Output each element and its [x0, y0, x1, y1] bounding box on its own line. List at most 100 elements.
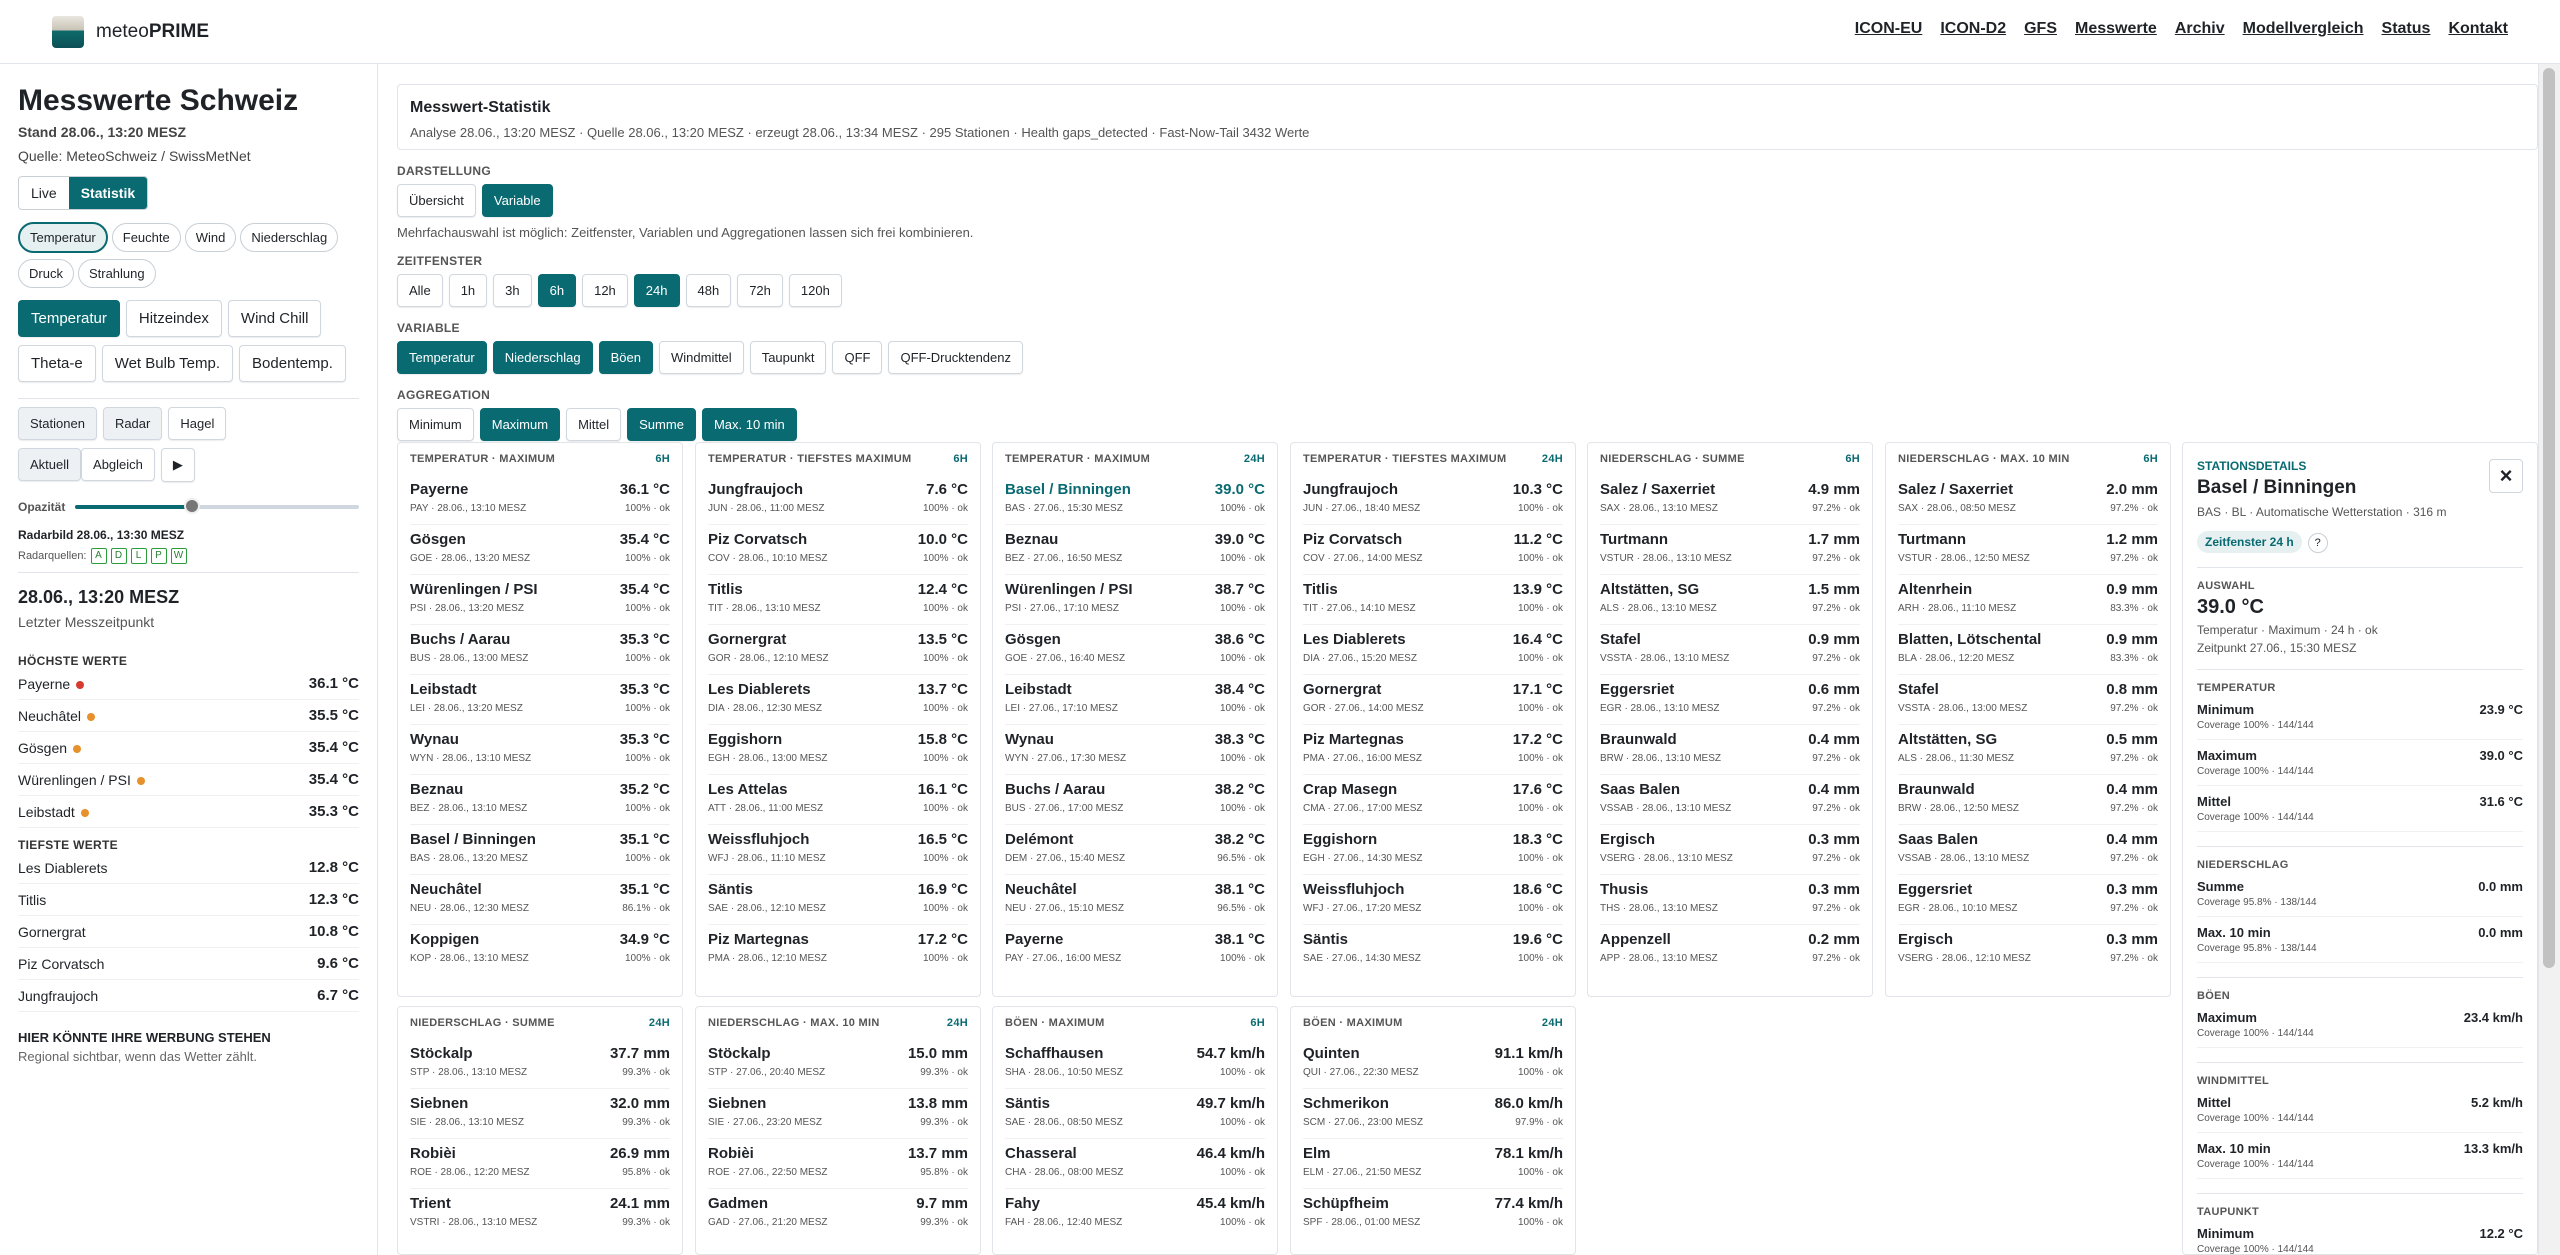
station-name[interactable]: Weissfluhjoch — [1303, 881, 1404, 898]
station-item[interactable]: Turtmann 1.2 mm VSTUR · 28.06., 12:50 MESZ… — [1898, 525, 2158, 575]
extreme-row[interactable]: Jungfraujoch 6.7 °C — [18, 980, 359, 1012]
station-name[interactable]: Les Diablerets — [708, 681, 811, 698]
station-name[interactable]: Titlis — [708, 581, 743, 598]
subparam-bodentemp[interactable]: Bodentemp. — [239, 345, 346, 382]
subparam-wind-chill[interactable]: Wind Chill — [227, 300, 322, 337]
station-item[interactable]: Schmerikon 86.0 km/h SCM · 27.06., 23:00 M… — [1303, 1089, 1563, 1139]
param-temperatur[interactable]: Temperatur — [18, 222, 108, 253]
station-item[interactable]: Schüpfheim 77.4 km/h SPF · 28.06., 01:00 M… — [1303, 1189, 1563, 1239]
station-item[interactable]: Jungfraujoch 7.6 °C JUN · 28.06., 11:00 ME… — [708, 475, 968, 525]
station-item[interactable]: Gadmen 9.7 mm GAD · 27.06., 21:20 MESZ 99.3… — [708, 1189, 968, 1239]
station-name[interactable]: Basel / Binningen — [1005, 481, 1131, 498]
station-item[interactable]: Payerne 36.1 °C PAY · 28.06., 13:10 MESZ 10… — [410, 475, 670, 525]
station-name[interactable]: Appenzell — [1600, 931, 1671, 948]
extreme-row[interactable]: Titlis 12.3 °C — [18, 884, 359, 916]
station-item[interactable]: Altenrhein 0.9 mm ARH · 28.06., 11:10 MESZ… — [1898, 575, 2158, 625]
layer-stationen[interactable]: Stationen — [18, 407, 97, 440]
param-niederschlag[interactable]: Niederschlag — [240, 223, 339, 252]
station-name[interactable]: Altstätten, SG — [1898, 731, 1997, 748]
nav-archiv[interactable]: Archiv — [2175, 20, 2225, 38]
station-item[interactable]: Säntis 19.6 °C SAE · 27.06., 14:30 MESZ 100… — [1303, 925, 1563, 975]
station-name[interactable]: Braunwald — [1600, 731, 1677, 748]
station-item[interactable]: Koppigen 34.9 °C KOP · 28.06., 13:10 MESZ 1… — [410, 925, 670, 975]
time-alle[interactable]: Alle — [397, 274, 443, 307]
station-name[interactable]: Stöckalp — [410, 1045, 473, 1062]
station-name[interactable]: Les Attelas — [708, 781, 787, 798]
station-item[interactable]: Gornergrat 13.5 °C GOR · 28.06., 12:10 MES… — [708, 625, 968, 675]
time-72h[interactable]: 72h — [737, 274, 783, 307]
logo[interactable]: meteoPRIME — [52, 15, 209, 48]
time-1h[interactable]: 1h — [448, 274, 488, 307]
view-variable[interactable]: Variable — [481, 184, 553, 217]
station-item[interactable]: Salez / Saxerriet 2.0 mm SAX · 28.06., 08:… — [1898, 475, 2158, 525]
station-item[interactable]: Weissfluhjoch 18.6 °C WFJ · 27.06., 17:20 … — [1303, 875, 1563, 925]
subparam-theta-e[interactable]: Theta-e — [18, 345, 96, 382]
time-24h[interactable]: 24h — [633, 274, 680, 307]
station-item[interactable]: Säntis 49.7 km/h SAE · 28.06., 08:50 MESZ 1… — [1005, 1089, 1265, 1139]
scrollbar-thumb[interactable] — [2543, 68, 2555, 968]
station-name[interactable]: Eggishorn — [708, 731, 782, 748]
var-temperatur[interactable]: Temperatur — [397, 341, 487, 374]
station-name[interactable]: Payerne — [1005, 931, 1063, 948]
var-qff[interactable]: QFF — [832, 341, 883, 374]
station-item[interactable]: Wynau 38.3 °C WYN · 27.06., 17:30 MESZ 100%… — [1005, 725, 1265, 775]
station-name[interactable]: Neuchâtel — [410, 881, 482, 898]
station-name[interactable]: Turtmann — [1600, 531, 1668, 548]
station-item[interactable]: Delémont 38.2 °C DEM · 27.06., 15:40 MESZ 9… — [1005, 825, 1265, 875]
station-name[interactable]: Titlis — [1303, 581, 1338, 598]
station-item[interactable]: Weissfluhjoch 16.5 °C WFJ · 28.06., 11:10 … — [708, 825, 968, 875]
agg-maximum[interactable]: Maximum — [479, 408, 561, 441]
station-item[interactable]: Gösgen 38.6 °C GOE · 27.06., 16:40 MESZ 100… — [1005, 625, 1265, 675]
agg-summe[interactable]: Summe — [627, 408, 696, 441]
station-name[interactable]: Jungfraujoch — [1303, 481, 1398, 498]
station-name[interactable]: Chasseral — [1005, 1145, 1077, 1162]
extreme-row[interactable]: Gösgen 35.4 °C — [18, 732, 359, 764]
time-12h[interactable]: 12h — [582, 274, 628, 307]
station-item[interactable]: Ergisch 0.3 mm VSERG · 28.06., 13:10 MESZ 9… — [1600, 825, 1860, 875]
station-name[interactable]: Leibstadt — [410, 681, 477, 698]
radar-abgleich-button[interactable]: Abgleich — [81, 448, 155, 481]
station-name[interactable]: Leibstadt — [1005, 681, 1072, 698]
station-name[interactable]: Neuchâtel — [1005, 881, 1077, 898]
station-item[interactable]: Les Diablerets 16.4 °C DIA · 27.06., 15:20… — [1303, 625, 1563, 675]
station-item[interactable]: Saas Balen 0.4 mm VSSAB · 28.06., 13:10 ME… — [1898, 825, 2158, 875]
station-item[interactable]: Turtmann 1.7 mm VSTUR · 28.06., 13:10 MESZ… — [1600, 525, 1860, 575]
var-boeen[interactable]: Böen — [598, 341, 653, 374]
station-name[interactable]: Salez / Saxerriet — [1600, 481, 1715, 498]
station-item[interactable]: Würenlingen / PSI 35.4 °C PSI · 28.06., 13… — [410, 575, 670, 625]
station-name[interactable]: Schüpfheim — [1303, 1195, 1389, 1212]
station-item[interactable]: Leibstadt 38.4 °C LEI · 27.06., 17:10 MESZ… — [1005, 675, 1265, 725]
station-name[interactable]: Buchs / Aarau — [410, 631, 510, 648]
station-item[interactable]: Chasseral 46.4 km/h CHA · 28.06., 08:00 ME… — [1005, 1139, 1265, 1189]
station-name[interactable]: Fahy — [1005, 1195, 1040, 1212]
station-item[interactable]: Stöckalp 15.0 mm STP · 27.06., 20:40 MESZ 9… — [708, 1039, 968, 1089]
station-name[interactable]: Schaffhausen — [1005, 1045, 1103, 1062]
station-name[interactable]: Gornergrat — [1303, 681, 1381, 698]
station-name[interactable]: Piz Corvatsch — [1303, 531, 1402, 548]
var-niederschlag[interactable]: Niederschlag — [492, 341, 593, 374]
station-name[interactable]: Schmerikon — [1303, 1095, 1389, 1112]
station-item[interactable]: Braunwald 0.4 mm BRW · 28.06., 12:50 MESZ 9… — [1898, 775, 2158, 825]
station-item[interactable]: Crap Masegn 17.6 °C CMA · 27.06., 17:00 ME… — [1303, 775, 1563, 825]
time-48h[interactable]: 48h — [685, 274, 732, 307]
station-name[interactable]: Eggersriet — [1600, 681, 1674, 698]
time-3h[interactable]: 3h — [493, 274, 532, 307]
station-name[interactable]: Elm — [1303, 1145, 1331, 1162]
station-name[interactable]: Stöckalp — [708, 1045, 771, 1062]
station-name[interactable]: Wynau — [1005, 731, 1054, 748]
extreme-row[interactable]: Les Diablerets 12.8 °C — [18, 852, 359, 884]
subparam-wet-bulb[interactable]: Wet Bulb Temp. — [101, 345, 234, 382]
station-item[interactable]: Buchs / Aarau 35.3 °C BUS · 28.06., 13:00 … — [410, 625, 670, 675]
station-name[interactable]: Piz Corvatsch — [708, 531, 807, 548]
station-name[interactable]: Delémont — [1005, 831, 1073, 848]
station-item[interactable]: Basel / Binningen 35.1 °C BAS · 28.06., 13… — [410, 825, 670, 875]
nav-kontakt[interactable]: Kontakt — [2448, 20, 2508, 38]
time-120h[interactable]: 120h — [788, 274, 842, 307]
station-item[interactable]: Piz Corvatsch 11.2 °C COV · 27.06., 14:00 … — [1303, 525, 1563, 575]
station-item[interactable]: Neuchâtel 35.1 °C NEU · 28.06., 12:30 MESZ… — [410, 875, 670, 925]
station-name[interactable]: Gornergrat — [708, 631, 786, 648]
station-name[interactable]: Beznau — [410, 781, 463, 798]
station-item[interactable]: Basel / Binningen 39.0 °C BAS · 27.06., 15… — [1005, 475, 1265, 525]
station-item[interactable]: Saas Balen 0.4 mm VSSAB · 28.06., 13:10 ME… — [1600, 775, 1860, 825]
station-name[interactable]: Braunwald — [1898, 781, 1975, 798]
